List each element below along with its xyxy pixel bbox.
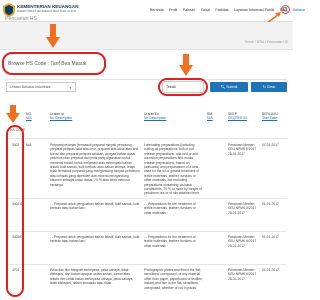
header-no-link[interactable]: N/A (26, 116, 32, 120)
language-select[interactable]: Uraian Bahasa Indonesia ▼ (6, 82, 76, 92)
search-icon: 🔍︎ (220, 85, 226, 89)
row-divider (6, 264, 287, 265)
uraian-en-cell: - - Preparations for the treatment of te… (144, 202, 196, 215)
divider (6, 79, 287, 80)
skep-cell: Peraturan Menteri KEU NPMK 6/2017 28-01-… (228, 202, 257, 215)
header-skep[interactable]: SKEP DECREE 00 (228, 112, 247, 121)
nav-cukai[interactable]: Cukai (201, 8, 210, 12)
search-icon[interactable] (281, 5, 290, 14)
brand-subtitle: DIREKTORAT JENDERAL BEA DAN CUKAI (17, 9, 77, 13)
skep-cell: Peraturan Menteri KEU NPMK 6/2017 28-01-… (228, 235, 257, 248)
annotation-arrow-down-icon (179, 54, 193, 76)
page-title: Pencarian HS (5, 16, 38, 22)
language-select-value: Uraian Bahasa Indonesia (10, 85, 51, 89)
page-title-band (0, 22, 293, 50)
header-uraian-en[interactable]: Uraian En No Description (144, 112, 166, 121)
annotation-arrow-down-icon (46, 24, 60, 48)
uraian-id-cell: Pelat dan film fotografi berkepeka, peka… (50, 268, 134, 286)
section-title: Browse HS Code : Tarif Bea Masuk (8, 61, 87, 67)
header-bm[interactable]: BM N/A (207, 112, 213, 121)
uraian-id-cell: - - Preparat untuk pengolahan bahan teks… (50, 202, 140, 211)
row-divider (6, 138, 287, 139)
nav-fasilitas[interactable]: Fasilitas (215, 8, 228, 12)
uraian-en-cell: Photographic plates and film in the flat… (144, 268, 203, 290)
skep-cell: Peraturan Menteri KEU NPMK 6/2017 28-01-… (228, 143, 257, 156)
header-uraian-en-link[interactable]: No Description (144, 116, 166, 120)
language-switcher[interactable]: Bahasa (293, 8, 305, 12)
header-bm-link[interactable]: N/A (207, 116, 213, 120)
nav-beranda[interactable]: Beranda (150, 8, 164, 12)
header-no[interactable]: NO. N/A (26, 112, 32, 121)
header-skep-link[interactable]: DECREE 00 (228, 116, 247, 120)
clear-button[interactable]: ↻ Clear (251, 82, 287, 92)
row-divider (6, 231, 287, 232)
uraian-id-cell: Preparat pelumas (termasuk preparat miny… (50, 143, 140, 187)
nav-pabean[interactable]: Pabean (183, 8, 195, 12)
no-cell: N/A (26, 143, 32, 147)
skep-cell: Peraturan Menteri KEU NPMK 6/2017 28-01-… (228, 268, 257, 281)
header-berlaku[interactable]: BERLAKU Start Date (262, 112, 278, 121)
refresh-icon: ↻ (262, 85, 266, 89)
annotation-arrow-down-icon (6, 105, 20, 123)
submit-button[interactable]: 🔍︎ Submit (210, 82, 248, 92)
uraian-id-cell: - - Preparat untuk pengolahan bahan teks… (50, 235, 140, 244)
row-divider (6, 198, 287, 199)
hs-code-column-highlight (6, 125, 24, 297)
berlaku-cell: 01-01-2017 (262, 143, 279, 147)
uraian-en-cell: Lubricating preparations (including cutt… (144, 143, 202, 197)
site-header: KEMENTERIAN KEUANGAN DIREKTORAT JENDERAL… (0, 0, 305, 22)
header-uraian-id-link[interactable]: No Description (50, 116, 72, 120)
clear-label: Clear (266, 85, 276, 89)
chevron-down-icon: ▼ (69, 86, 72, 90)
uraian-en-cell: - - Preparations for the treatment of te… (144, 235, 196, 248)
berlaku-cell: 01-01-2017 (262, 202, 279, 206)
berlaku-cell: 01-01-2017 (262, 268, 279, 272)
nav-profil[interactable]: Profil (169, 8, 177, 12)
breadcrumb[interactable]: Home / BTKI / Pencarian HS (245, 40, 288, 44)
brand[interactable]: KEMENTERIAN KEUANGAN DIREKTORAT JENDERAL… (17, 4, 79, 13)
header-uraian-id[interactable]: Uraian Id No Description (50, 112, 72, 121)
search-input[interactable]: Tekstil (162, 81, 204, 93)
submit-label: Submit (226, 85, 238, 89)
ministry-logo-icon[interactable] (3, 3, 15, 17)
header-berlaku-link[interactable]: Start Date (262, 116, 277, 120)
berlaku-cell: 01-01-2017 (262, 235, 279, 239)
